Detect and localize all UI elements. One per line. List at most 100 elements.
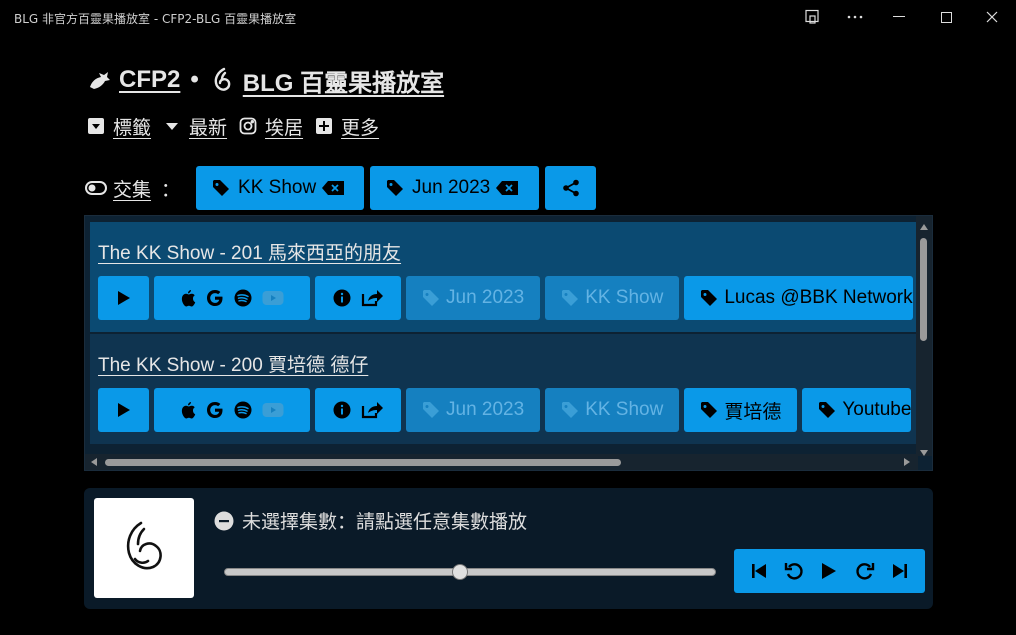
tag-icon	[422, 401, 440, 419]
apple-podcast-icon[interactable]	[180, 289, 196, 307]
info-icon[interactable]	[333, 401, 351, 419]
play-episode-button[interactable]	[98, 388, 149, 432]
spotify-icon[interactable]	[234, 401, 252, 419]
tag-icon	[212, 179, 230, 197]
tag-icon	[561, 401, 579, 419]
episode-row: The KK Show - 201 馬來西亞的朋友 Jun 2023 KK Sh…	[90, 222, 916, 332]
toggle-off-icon	[85, 181, 107, 195]
main-nav: 標籤 最新 埃居 更多	[85, 112, 379, 140]
caret-square-down-icon	[85, 115, 107, 137]
play-icon	[117, 402, 131, 418]
episode-actions: Jun 2023 KK Show 賈培德 Youtube	[98, 388, 916, 432]
remove-filter-icon[interactable]	[496, 181, 519, 195]
share-button[interactable]	[545, 166, 597, 210]
nav-instagram[interactable]: 埃居	[265, 113, 303, 140]
tag-label: KK Show	[585, 287, 664, 308]
streaming-links-group	[154, 388, 310, 432]
rewind-icon[interactable]	[784, 561, 804, 581]
horizontal-scroll-thumb[interactable]	[105, 459, 621, 466]
nav-latest[interactable]: 最新	[189, 113, 227, 140]
blg-logo-icon	[209, 66, 237, 94]
audio-player: 未選擇集數：請點選任意集數播放	[84, 488, 933, 609]
episode-list[interactable]: The KK Show - 201 馬來西亞的朋友 Jun 2023 KK Sh…	[84, 215, 933, 471]
info-share-group	[315, 276, 401, 320]
intersection-label[interactable]: 交集	[113, 175, 151, 202]
instagram-icon	[237, 115, 259, 137]
progress-slider[interactable]	[224, 564, 716, 580]
scroll-up-icon[interactable]	[919, 222, 929, 232]
info-icon[interactable]	[333, 289, 351, 307]
horizontal-scrollbar[interactable]	[85, 454, 918, 470]
tag-label: Jun 2023	[446, 399, 525, 420]
youtube-icon	[262, 290, 284, 306]
tag-button[interactable]: Youtube	[802, 388, 912, 432]
remove-filter-icon[interactable]	[322, 181, 345, 195]
tag-button[interactable]: KK Show	[545, 388, 680, 432]
maximize-icon[interactable]	[924, 4, 968, 30]
tag-icon	[700, 289, 718, 307]
youtube-icon	[262, 402, 284, 418]
intersection-toggle[interactable]: 交集 ：	[85, 175, 180, 202]
filter-chip-kk-show[interactable]: KK Show	[196, 166, 365, 210]
apple-podcast-icon[interactable]	[180, 401, 196, 419]
nav-more[interactable]: 更多	[341, 113, 379, 140]
player-status-text: 未選擇集數：請點選任意集數播放	[242, 511, 528, 533]
tag-icon	[422, 289, 440, 307]
window-titlebar: BLG 非官方百靈果播放室 - CFP2-BLG 百靈果播放室	[0, 0, 1016, 34]
play-icon[interactable]	[821, 562, 837, 580]
more-options-icon[interactable]	[833, 4, 877, 30]
episode-title-link[interactable]: The KK Show - 200 賈培德 德仔	[98, 350, 368, 377]
tag-label: 賈培德	[724, 401, 782, 423]
site-name-link[interactable]: CFP2	[119, 66, 180, 94]
nav-tags[interactable]: 標籤	[113, 113, 151, 140]
play-episode-button[interactable]	[98, 276, 149, 320]
tag-button[interactable]: Jun 2023	[406, 276, 541, 320]
tag-button[interactable]: KK Show	[545, 276, 680, 320]
dragon-icon	[85, 66, 113, 94]
tag-button[interactable]: Lucas @BBK Network	[684, 276, 913, 320]
scroll-down-icon[interactable]	[919, 448, 929, 458]
plus-square-icon	[313, 115, 335, 137]
streaming-links-group	[154, 276, 310, 320]
filter-row: 交集 ： KK Show Jun 2023	[85, 166, 602, 210]
share-square-icon[interactable]	[361, 401, 383, 419]
caret-down-icon	[161, 115, 183, 137]
share-square-icon[interactable]	[361, 289, 383, 307]
google-podcast-icon[interactable]	[206, 401, 224, 419]
app-mode-icon[interactable]	[790, 4, 834, 30]
minimize-icon[interactable]	[877, 4, 921, 30]
google-podcast-icon[interactable]	[206, 289, 224, 307]
tag-label: KK Show	[585, 399, 664, 420]
playback-controls	[734, 549, 925, 593]
vertical-scrollbar[interactable]	[916, 216, 932, 456]
play-icon	[117, 290, 131, 306]
filter-chip-label: Jun 2023	[412, 177, 491, 198]
filter-colon: ：	[161, 178, 181, 201]
tag-icon	[561, 289, 579, 307]
skip-back-icon[interactable]	[751, 563, 767, 579]
window-title: BLG 非官方百靈果播放室 - CFP2-BLG 百靈果播放室	[14, 12, 297, 26]
scroll-right-icon[interactable]	[902, 457, 912, 467]
close-icon[interactable]	[970, 4, 1014, 30]
spotify-icon[interactable]	[234, 289, 252, 307]
episode-actions: Jun 2023 KK Show Lucas @BBK Network	[98, 276, 918, 320]
filter-chip-label: KK Show	[238, 177, 317, 198]
tag-button[interactable]: 賈培德	[684, 388, 798, 432]
tag-label: Jun 2023	[446, 287, 525, 308]
episode-row: The KK Show - 200 賈培德 德仔 Jun 2023 KK Sho…	[90, 334, 916, 444]
vertical-scroll-thumb[interactable]	[920, 238, 927, 341]
fast-forward-icon[interactable]	[855, 561, 875, 581]
info-share-group	[315, 388, 401, 432]
heading-separator: •	[190, 66, 199, 93]
episode-title-link[interactable]: The KK Show - 201 馬來西亞的朋友	[98, 238, 401, 265]
scroll-left-icon[interactable]	[89, 457, 99, 467]
tag-label: Lucas @BBK Network	[724, 287, 913, 308]
page-name-link[interactable]: BLG 百靈果播放室	[243, 63, 444, 98]
player-status: 未選擇集數：請點選任意集數播放	[214, 507, 527, 534]
tag-icon	[818, 401, 836, 419]
skip-forward-icon[interactable]	[892, 563, 908, 579]
tag-button[interactable]: Jun 2023	[406, 388, 541, 432]
progress-slider-knob[interactable]	[452, 564, 468, 580]
album-cover	[94, 498, 194, 598]
filter-chip-jun-2023[interactable]: Jun 2023	[370, 166, 540, 210]
